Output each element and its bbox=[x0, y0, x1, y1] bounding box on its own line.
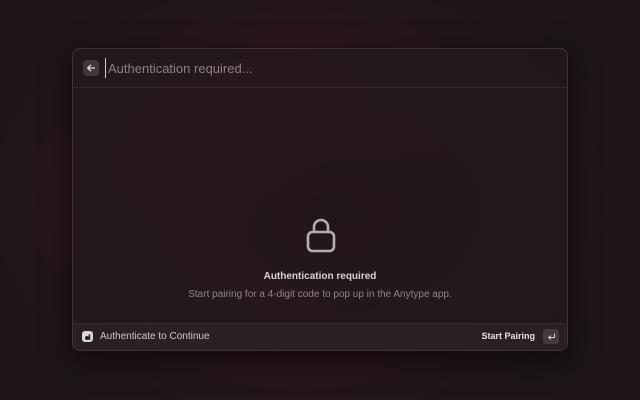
start-pairing-button[interactable]: Start Pairing bbox=[481, 331, 535, 341]
search-bar bbox=[73, 49, 567, 88]
back-button[interactable] bbox=[83, 60, 99, 76]
empty-state-title: Authentication required bbox=[263, 271, 377, 282]
command-window: Authentication required Start pairing fo… bbox=[72, 48, 568, 351]
search-input[interactable] bbox=[105, 58, 548, 78]
arrow-left-icon bbox=[87, 64, 96, 72]
anytype-logo-glyph bbox=[84, 334, 90, 340]
lock-icon bbox=[306, 218, 336, 253]
anytype-icon bbox=[82, 331, 93, 342]
return-key-icon[interactable] bbox=[543, 329, 559, 344]
action-bar: Authenticate to Continue Start Pairing bbox=[73, 323, 567, 350]
empty-state-subtitle: Start pairing for a 4-digit code to pop … bbox=[188, 289, 452, 300]
empty-state: Authentication required Start pairing fo… bbox=[73, 87, 567, 325]
return-arrow-glyph bbox=[547, 333, 555, 340]
footer-title: Authenticate to Continue bbox=[100, 331, 210, 342]
